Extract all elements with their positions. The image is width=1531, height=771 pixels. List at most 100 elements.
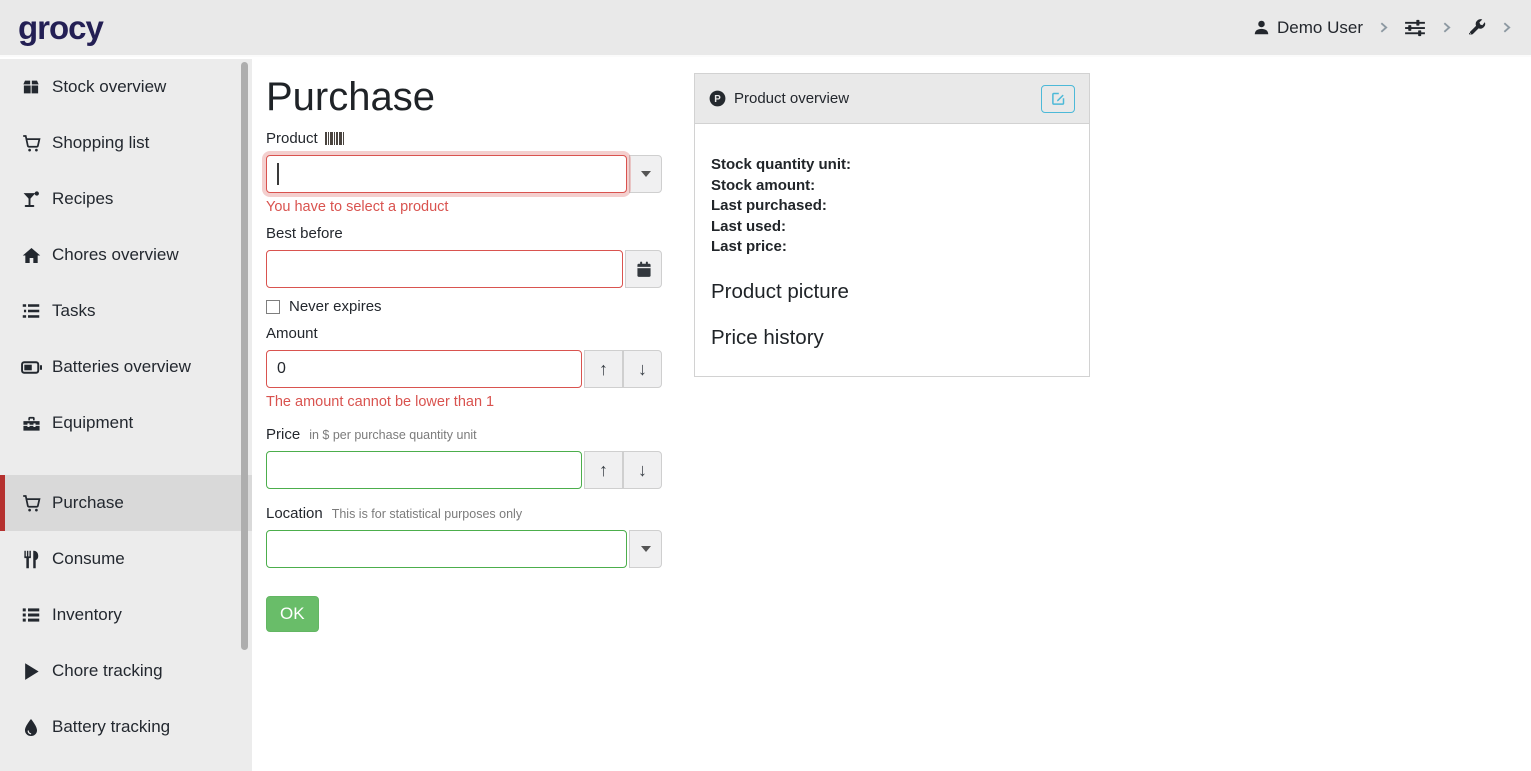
card-title-label: Product overview [734, 90, 849, 107]
sidebar-item-chore-tracking[interactable]: Chore tracking [0, 643, 252, 699]
admin-menu[interactable] [1467, 18, 1486, 37]
best-before-field-group: Best before Never expires [266, 225, 662, 315]
svg-text:P: P [714, 94, 721, 105]
price-history-heading: Price history [711, 326, 1073, 350]
calendar-icon [636, 261, 652, 278]
header-nav: Demo User [1253, 18, 1513, 38]
chevron-right-icon [1377, 21, 1390, 34]
tasks-icon [20, 302, 42, 320]
product-error-text: You have to select a product [266, 199, 662, 215]
page-title: Purchase [266, 75, 672, 120]
utensils-icon [20, 550, 42, 569]
sidebar-item-recipes[interactable]: Recipes [0, 171, 252, 227]
product-dropdown-button[interactable] [629, 155, 662, 193]
sidebar-section-gap [0, 451, 252, 475]
sidebar-item-chores-overview[interactable]: Chores overview [0, 227, 252, 283]
sliders-icon [1404, 19, 1426, 37]
product-field-group: Product You have to select a product [266, 130, 662, 215]
product-input[interactable] [266, 155, 627, 193]
product-overview-card: P Product overview Stock quantity unit: … [694, 73, 1090, 377]
sidebar-item-label: Purchase [52, 493, 124, 513]
last-price-field: Last price: [711, 237, 1073, 258]
sidebar-item-label: Consume [52, 549, 125, 569]
price-increment-button[interactable]: ↑ [584, 451, 623, 489]
amount-label: Amount [266, 325, 318, 342]
amount-field-group: Amount ↑ ↓ The amount cannot be lower th… [266, 325, 662, 410]
sidebar-item-stock-overview[interactable]: Stock overview [0, 59, 252, 115]
last-purchased-field: Last purchased: [711, 196, 1073, 217]
price-field-group: Price in $ per purchase quantity unit ↑ … [266, 426, 662, 489]
sidebar-item-tasks[interactable]: Tasks [0, 283, 252, 339]
arrow-up-icon: ↑ [599, 460, 608, 481]
sidebar-item-label: Battery tracking [52, 717, 170, 737]
user-name-label: Demo User [1277, 18, 1363, 38]
amount-decrement-button[interactable]: ↓ [623, 350, 662, 388]
home-icon [20, 246, 42, 265]
sidebar-item-batteries-overview[interactable]: Batteries overview [0, 339, 252, 395]
product-picture-heading: Product picture [711, 280, 1073, 304]
arrow-down-icon: ↓ [638, 359, 647, 380]
sidebar-item-battery-tracking[interactable]: Battery tracking [0, 699, 252, 755]
product-label: Product [266, 130, 318, 147]
cart-icon [20, 494, 42, 513]
never-expires-checkbox[interactable] [266, 300, 280, 314]
sidebar-scrollbar-thumb[interactable] [241, 62, 248, 650]
caret-down-icon [641, 171, 651, 177]
settings-menu[interactable] [1404, 19, 1426, 37]
app-logo[interactable]: grocy [18, 11, 103, 44]
location-hint: This is for statistical purposes only [332, 507, 522, 521]
sidebar-item-equipment[interactable]: Equipment [0, 395, 252, 451]
list-icon [20, 606, 42, 624]
stock-amount-field: Stock amount: [711, 176, 1073, 197]
battery-icon [20, 360, 42, 375]
top-header: grocy Demo User [0, 0, 1531, 57]
price-input[interactable] [266, 451, 582, 489]
best-before-label: Best before [266, 225, 343, 242]
price-decrement-button[interactable]: ↓ [623, 451, 662, 489]
droplet-icon [20, 718, 42, 737]
sidebar-item-purchase[interactable]: Purchase [0, 475, 252, 531]
never-expires-label: Never expires [289, 298, 382, 315]
best-before-input[interactable] [266, 250, 623, 288]
caret-down-icon [641, 546, 651, 552]
price-label: Price [266, 426, 300, 443]
wrench-icon [1467, 18, 1486, 37]
location-field-group: Location This is for statistical purpose… [266, 505, 662, 568]
user-menu[interactable]: Demo User [1253, 18, 1363, 38]
cart-icon [20, 134, 42, 153]
amount-input[interactable] [266, 350, 582, 388]
edit-product-button[interactable] [1041, 85, 1075, 113]
sidebar-item-inventory[interactable]: Inventory [0, 587, 252, 643]
chevron-right-icon [1440, 21, 1453, 34]
arrow-up-icon: ↑ [599, 359, 608, 380]
calendar-button[interactable] [625, 250, 662, 288]
sidebar-item-label: Inventory [52, 605, 122, 625]
sidebar-item-shopping-list[interactable]: Shopping list [0, 115, 252, 171]
sidebar-item-label: Equipment [52, 413, 133, 433]
sidebar-item-consume[interactable]: Consume [0, 531, 252, 587]
sidebar-item-label: Stock overview [52, 77, 166, 97]
arrow-down-icon: ↓ [638, 460, 647, 481]
text-cursor [277, 163, 279, 185]
cocktail-icon [20, 190, 42, 209]
last-used-field: Last used: [711, 217, 1073, 238]
location-dropdown-button[interactable] [629, 530, 662, 568]
sidebar-nav: Stock overview Shopping list Recipes Cho… [0, 59, 252, 771]
sidebar-item-label: Shopping list [52, 133, 149, 153]
amount-increment-button[interactable]: ↑ [584, 350, 623, 388]
boxes-icon [20, 78, 42, 96]
never-expires-row: Never expires [266, 298, 662, 315]
amount-error-text: The amount cannot be lower than 1 [266, 394, 662, 410]
location-select[interactable] [266, 530, 627, 568]
edit-icon [1051, 91, 1066, 106]
sidebar-item-label: Recipes [52, 189, 113, 209]
sidebar-item-label: Chores overview [52, 245, 179, 265]
ok-button[interactable]: OK [266, 596, 319, 632]
stock-quantity-unit-field: Stock quantity unit: [711, 155, 1073, 176]
barcode-icon [325, 132, 344, 145]
location-label: Location [266, 505, 323, 522]
purchase-form-section: Purchase Product You have to select a pr… [252, 59, 672, 632]
toolbox-icon [20, 414, 42, 433]
product-hunt-icon: P [709, 90, 726, 107]
card-body: Stock quantity unit: Stock amount: Last … [695, 124, 1089, 376]
